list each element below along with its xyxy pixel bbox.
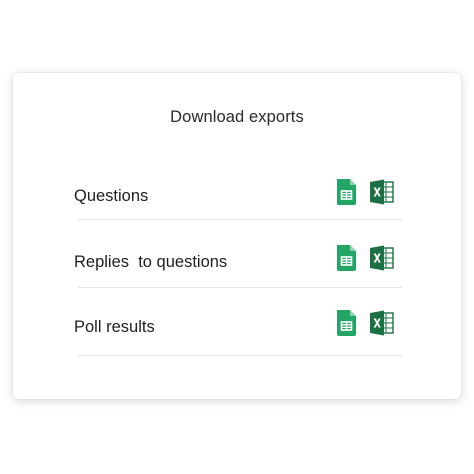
export-label: Questions (74, 187, 149, 205)
export-label: Replies to questions (74, 253, 228, 271)
google-sheets-icon[interactable] (333, 309, 359, 337)
microsoft-excel-icon[interactable] (369, 309, 395, 337)
export-row-poll-results: Poll results (74, 309, 402, 349)
export-row-replies: Replies to questions (74, 244, 402, 284)
google-sheets-icon[interactable] (333, 244, 359, 272)
row-divider (78, 355, 402, 356)
row-divider (78, 219, 402, 220)
export-label: Poll results (74, 318, 155, 336)
export-row-questions: Questions (74, 178, 402, 218)
microsoft-excel-icon[interactable] (369, 244, 395, 272)
row-divider (78, 287, 402, 288)
microsoft-excel-icon[interactable] (369, 178, 395, 206)
download-exports-card: Download exports Questions Replies to qu… (13, 73, 461, 399)
panel-title: Download exports (170, 108, 304, 126)
google-sheets-icon[interactable] (333, 178, 359, 206)
